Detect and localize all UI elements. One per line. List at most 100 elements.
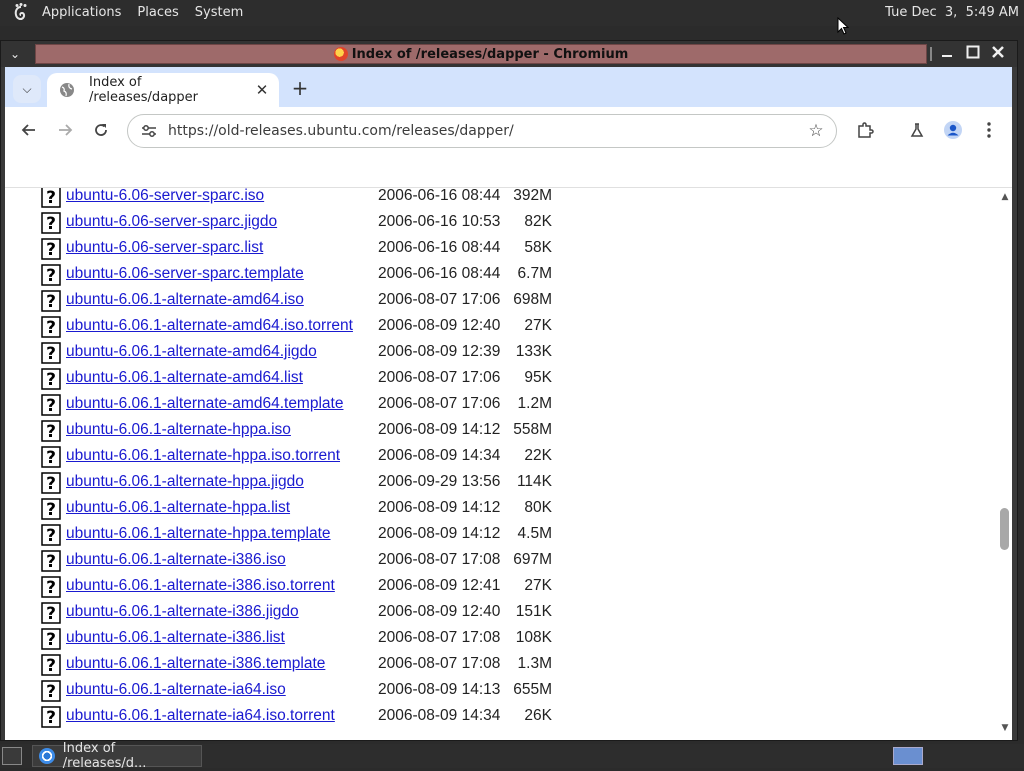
file-size: 114K <box>516 473 552 490</box>
file-link[interactable]: ubuntu-6.06.1-alternate-i386.template <box>66 655 325 673</box>
new-tab-plus-icon[interactable]: + <box>288 76 312 100</box>
kebab-menu-icon[interactable] <box>975 116 1003 144</box>
listing-row: ? ubuntu-6.06.1-alternate-hppa.list 2006-0… <box>41 496 601 522</box>
clock[interactable]: Tue Dec 3, 5:49 AM <box>885 0 1019 26</box>
file-link[interactable]: ubuntu-6.06.1-alternate-amd64.list <box>66 369 303 387</box>
listing-row: ? ubuntu-6.06.1-alternate-amd64.template 2… <box>41 392 601 418</box>
file-link[interactable]: ubuntu-6.06.1-alternate-amd64.jigdo <box>66 343 317 361</box>
file-link[interactable]: ubuntu-6.06.1-alternate-amd64.template <box>66 395 343 413</box>
svg-text:?: ? <box>46 630 56 650</box>
gnome-foot-icon[interactable] <box>10 2 32 24</box>
file-date: 2006-09-29 13:56 <box>378 473 501 490</box>
file-date: 2006-08-09 14:13 <box>378 681 501 698</box>
vertical-scrollbar[interactable]: ▲ ▼ <box>997 188 1012 740</box>
svg-text:?: ? <box>46 292 56 312</box>
listing-row: ? ubuntu-6.06.1-alternate-hppa.jigdo 2006-… <box>41 470 601 496</box>
menu-places[interactable]: Places <box>131 0 184 26</box>
tab-close-icon[interactable]: ✕ <box>251 81 273 99</box>
svg-text:?: ? <box>46 266 56 286</box>
file-link[interactable]: ubuntu-6.06.1-alternate-hppa.iso.torrent <box>66 447 340 465</box>
svg-text:?: ? <box>46 422 56 442</box>
menu-applications[interactable]: Applications <box>36 0 127 26</box>
file-size: 27K <box>524 317 552 334</box>
address-bar[interactable]: https://old-releases.ubuntu.com/releases… <box>127 114 837 148</box>
svg-text:?: ? <box>46 604 56 624</box>
url-text[interactable]: https://old-releases.ubuntu.com/releases… <box>168 123 802 139</box>
file-link[interactable]: ubuntu-6.06.1-alternate-hppa.template <box>66 525 331 543</box>
scroll-up-arrow-icon[interactable]: ▲ <box>1000 192 1010 202</box>
unknown-file-icon: ? <box>41 628 61 650</box>
tab-active[interactable]: Index of /releases/dapper ✕ <box>47 73 279 107</box>
file-link[interactable]: ubuntu-6.06.1-alternate-ia64.iso.torrent <box>66 707 335 725</box>
file-size: 82K <box>524 213 552 230</box>
window-title-bar[interactable]: Index of /releases/dapper - Chromium <box>35 44 927 64</box>
file-date: 2006-08-09 14:12 <box>378 421 501 438</box>
svg-text:?: ? <box>46 526 56 546</box>
listing-row: ? ubuntu-6.06-server-sparc.jigdo 2006-06-1… <box>41 210 601 236</box>
svg-text:?: ? <box>46 214 56 234</box>
file-link[interactable]: ubuntu-6.06-server-sparc.template <box>66 265 304 283</box>
svg-text:?: ? <box>46 344 56 364</box>
listing-row: ? ubuntu-6.06.1-alternate-amd64.iso 2006-0… <box>41 288 601 314</box>
file-link[interactable]: ubuntu-6.06.1-alternate-i386.list <box>66 629 285 647</box>
labs-flask-icon[interactable] <box>903 116 931 144</box>
svg-text:?: ? <box>46 656 56 676</box>
file-link[interactable]: ubuntu-6.06.1-alternate-i386.jigdo <box>66 603 299 621</box>
file-link[interactable]: ubuntu-6.06.1-alternate-amd64.iso.torren… <box>66 317 353 335</box>
menu-system[interactable]: System <box>189 0 249 26</box>
close-window-button[interactable] <box>988 44 1008 64</box>
workspace-switcher[interactable] <box>893 747 923 765</box>
unknown-file-icon: ? <box>41 238 61 260</box>
taskbar-window-button[interactable]: Index of /releases/d... <box>32 741 202 771</box>
browser-toolbar: https://old-releases.ubuntu.com/releases… <box>5 107 1012 153</box>
file-size: 95K <box>524 369 552 386</box>
unknown-file-icon: ? <box>41 420 61 442</box>
file-size: 4.5M <box>517 525 552 542</box>
chromium-browser: ⌵ Index of /releases/dapper ✕ + https://… <box>5 67 1012 740</box>
file-size: 151K <box>515 603 552 620</box>
reload-icon[interactable] <box>87 116 115 144</box>
show-desktop-button[interactable] <box>2 747 22 765</box>
maximize-button[interactable] <box>963 44 983 64</box>
file-size: 392M <box>513 188 552 204</box>
window-titlebar[interactable]: ⌄ Index of /releases/dapper - Chromium <box>1 41 1017 67</box>
svg-text:?: ? <box>46 448 56 468</box>
unknown-file-icon: ? <box>41 654 61 676</box>
svg-text:?: ? <box>46 578 56 598</box>
file-size: 1.3M <box>517 655 552 672</box>
window-menu-chevron-icon[interactable]: ⌄ <box>5 45 25 63</box>
scroll-down-arrow-icon[interactable]: ▼ <box>1000 723 1010 733</box>
svg-text:?: ? <box>46 318 56 338</box>
file-date: 2006-08-07 17:06 <box>378 369 501 386</box>
file-link[interactable]: ubuntu-6.06.1-alternate-i386.iso.torrent <box>66 577 335 595</box>
back-arrow-icon[interactable] <box>15 116 43 144</box>
bookmark-star-icon[interactable]: ☆ <box>802 121 830 141</box>
minimize-icon <box>942 55 952 57</box>
listing-row: ? ubuntu-6.06.1-alternate-i386.template 20… <box>41 652 601 678</box>
unknown-file-icon: ? <box>41 576 61 598</box>
minimize-button[interactable] <box>937 44 957 64</box>
file-link[interactable]: ubuntu-6.06.1-alternate-i386.iso <box>66 551 286 569</box>
scroll-thumb[interactable] <box>1000 508 1009 550</box>
file-link[interactable]: ubuntu-6.06.1-alternate-amd64.iso <box>66 291 304 309</box>
listing-row: ? ubuntu-6.06.1-alternate-i386.iso 2006-08… <box>41 548 601 574</box>
site-settings-icon[interactable] <box>140 122 158 140</box>
extensions-puzzle-icon[interactable] <box>851 116 879 144</box>
file-date: 2006-06-16 10:53 <box>378 213 501 230</box>
file-link[interactable]: ubuntu-6.06.1-alternate-hppa.jigdo <box>66 473 304 491</box>
listing-row: ? ubuntu-6.06-server-sparc.list 2006-06-16… <box>41 236 601 262</box>
file-date: 2006-08-07 17:08 <box>378 629 501 646</box>
profile-avatar-icon[interactable] <box>939 116 967 144</box>
svg-text:?: ? <box>46 240 56 260</box>
file-link[interactable]: ubuntu-6.06.1-alternate-hppa.iso <box>66 421 291 439</box>
forward-arrow-icon[interactable] <box>51 116 79 144</box>
file-link[interactable]: ubuntu-6.06-server-sparc.list <box>66 239 263 257</box>
file-link[interactable]: ubuntu-6.06.1-alternate-ia64.iso <box>66 681 286 699</box>
tab-search-chevron-icon[interactable]: ⌵ <box>13 75 41 103</box>
file-link[interactable]: ubuntu-6.06.1-alternate-hppa.list <box>66 499 290 517</box>
svg-text:?: ? <box>46 552 56 572</box>
file-link[interactable]: ubuntu-6.06-server-sparc.iso <box>66 188 264 205</box>
file-date: 2006-08-09 12:40 <box>378 603 501 620</box>
file-link[interactable]: ubuntu-6.06-server-sparc.jigdo <box>66 213 277 231</box>
unknown-file-icon: ? <box>41 446 61 468</box>
